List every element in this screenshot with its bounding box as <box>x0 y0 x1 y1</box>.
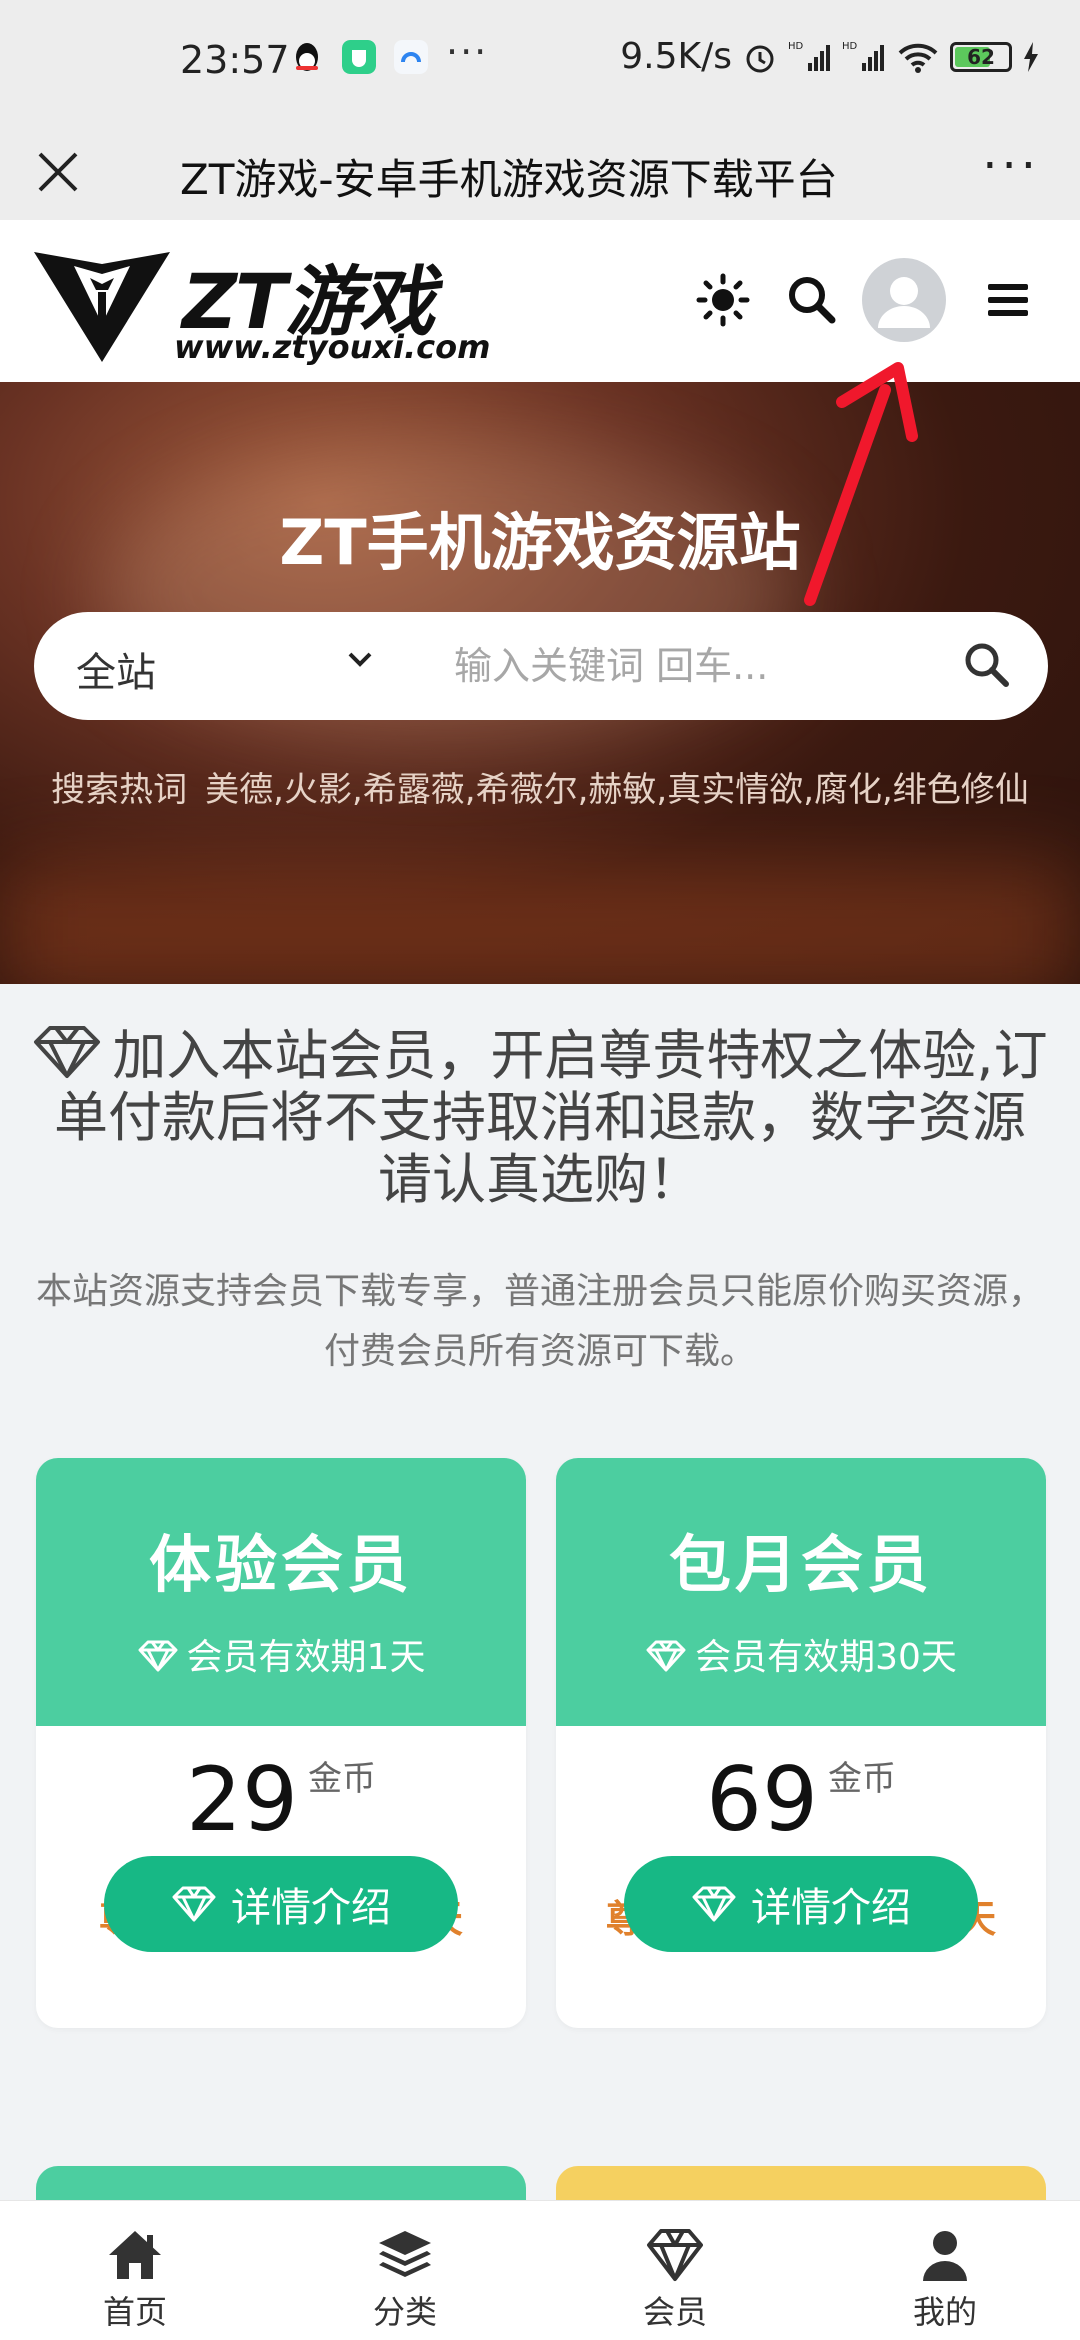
close-icon[interactable] <box>30 144 86 200</box>
battery-icon: 62 <box>950 41 1012 72</box>
plan-validity-text: 会员有效期1天 <box>186 1637 426 1678</box>
plan-price-unit: 金币 <box>827 1759 896 1799</box>
membership-section: 加入本站会员，开启尊贵特权之体验,订单付款后将不支持取消和退款，数字资源请认真选… <box>0 984 1080 2200</box>
plan-card-header: 体验会员 会员有效期1天 <box>36 1458 526 1726</box>
plan-price-unit: 金币 <box>307 1759 376 1799</box>
plan-details-button[interactable]: 详情介绍 <box>624 1856 978 1952</box>
diamond-icon <box>647 2229 703 2281</box>
status-app-icons <box>290 40 428 74</box>
membership-title: 加入本站会员，开启尊贵特权之体验,订单付款后将不支持取消和退款，数字资源请认真选… <box>30 1024 1050 1211</box>
net-speed: 9.5K/s <box>620 36 732 77</box>
avatar-icon <box>878 277 930 328</box>
charging-icon <box>1024 41 1038 72</box>
signal-2-icon: HD <box>842 41 884 71</box>
user-icon <box>923 2231 967 2281</box>
hot-search-words: 搜索热词 美德,火影,希露薇,希薇尔,赫敏,真实情欲,腐化,绯色修仙 <box>30 762 1050 818</box>
plan-validity: 会员有效期30天 <box>556 1628 1046 1680</box>
plan-price-value: 29 <box>186 1748 298 1851</box>
plan-name: 包月会员 <box>668 1528 933 1601</box>
tab-mine[interactable]: 我的 <box>810 2201 1080 2340</box>
diamond-icon <box>692 1886 736 1922</box>
user-avatar[interactable] <box>862 258 946 342</box>
browser-title-bar: ZT游戏-安卓手机游戏资源下载平台 ··· <box>0 124 1080 220</box>
hero-background-glow-bottom <box>0 862 1080 984</box>
tab-label: 我的 <box>912 2293 977 2331</box>
plan-name: 体验会员 <box>148 1528 413 1601</box>
tab-label: 分类 <box>372 2293 437 2331</box>
svg-text:HD: HD <box>842 41 858 52</box>
bottom-tab-bar: 首页 分类 会员 我的 <box>0 2200 1080 2340</box>
status-more-icon: ··· <box>446 30 489 74</box>
search-submit-icon[interactable] <box>960 638 1014 692</box>
more-menu-icon[interactable]: ··· <box>982 138 1040 194</box>
hot-search-label: 搜索热词 <box>51 770 188 810</box>
hot-search-list[interactable]: 美德,火影,希露薇,希薇尔,赫敏,真实情欲,腐化,绯色修仙 <box>205 770 1029 810</box>
theme-toggle-icon[interactable] <box>693 270 753 330</box>
plan-details-label: 详情介绍 <box>751 1885 911 1931</box>
search-input[interactable] <box>454 638 954 694</box>
tab-membership[interactable]: 会员 <box>540 2201 810 2340</box>
site-logo[interactable]: ZT游戏 www.ztyouxi.com <box>34 240 494 370</box>
plan-validity: 会员有效期1天 <box>36 1628 526 1680</box>
tab-label: 会员 <box>642 2293 707 2331</box>
red-arrow-annotation <box>804 362 918 606</box>
membership-description: 本站资源支持会员下载专享，普通注册会员只能原价购买资源，付费会员所有资源可下载。 <box>35 1271 1044 1372</box>
tuxedo-logo-icon <box>34 252 170 362</box>
wifi-icon <box>898 43 938 73</box>
membership-title-text: 加入本站会员，开启尊贵特权之体验,订单付款后将不支持取消和退款，数字资源请认真选… <box>54 1024 1048 1211</box>
plan-card-trial: 体验会员 会员有效期1天 29金币 尊享VIP会员特权1天 详情介绍 <box>36 1458 526 2028</box>
diamond-icon <box>138 1640 178 1672</box>
tab-category[interactable]: 分类 <box>270 2201 540 2340</box>
status-indicators: 9.5K/s HD HD 62 <box>620 36 1040 77</box>
logo-url: www.ztyouxi.com <box>174 328 491 366</box>
plan-price: 69 金币 <box>556 1748 1046 1851</box>
diamond-icon <box>172 1886 216 1922</box>
status-bar: 23:57 ··· 9.5K/s HD HD 62 <box>0 0 1080 124</box>
search-icon[interactable] <box>782 270 842 330</box>
layers-icon <box>379 2231 431 2277</box>
hamburger-menu-icon[interactable] <box>978 270 1038 330</box>
plan-price-value: 69 <box>706 1748 818 1851</box>
alarm-icon <box>746 45 774 72</box>
status-time: 23:57 <box>180 38 290 82</box>
svg-text:HD: HD <box>788 41 804 52</box>
plan-validity-text: 会员有效期30天 <box>695 1637 957 1678</box>
home-icon <box>109 2231 161 2279</box>
plan-details-button[interactable]: 详情介绍 <box>104 1856 458 1952</box>
browser-app-icon <box>394 40 428 74</box>
tab-label: 首页 <box>102 2293 167 2331</box>
signal-1-icon: HD <box>788 41 830 71</box>
tab-home[interactable]: 首页 <box>0 2201 270 2340</box>
plan-price: 29 金币 <box>36 1748 526 1851</box>
qq-icon <box>296 43 318 71</box>
page-title: ZT游戏-安卓手机游戏资源下载平台 <box>180 155 838 204</box>
shield-app-icon <box>342 40 376 74</box>
plan-card-header: 包月会员 会员有效期30天 <box>556 1458 1046 1726</box>
diamond-icon <box>34 1026 101 1078</box>
search-scope-select[interactable]: 全站 <box>76 640 156 698</box>
diamond-icon <box>646 1640 686 1672</box>
plan-details-label: 详情介绍 <box>231 1885 391 1931</box>
chevron-down-icon[interactable] <box>338 638 382 682</box>
battery-level: 62 <box>967 44 995 69</box>
plan-card-monthly: 包月会员 会员有效期30天 69金币 尊享VIP会员特权30天 详情介绍 <box>556 1458 1046 2028</box>
